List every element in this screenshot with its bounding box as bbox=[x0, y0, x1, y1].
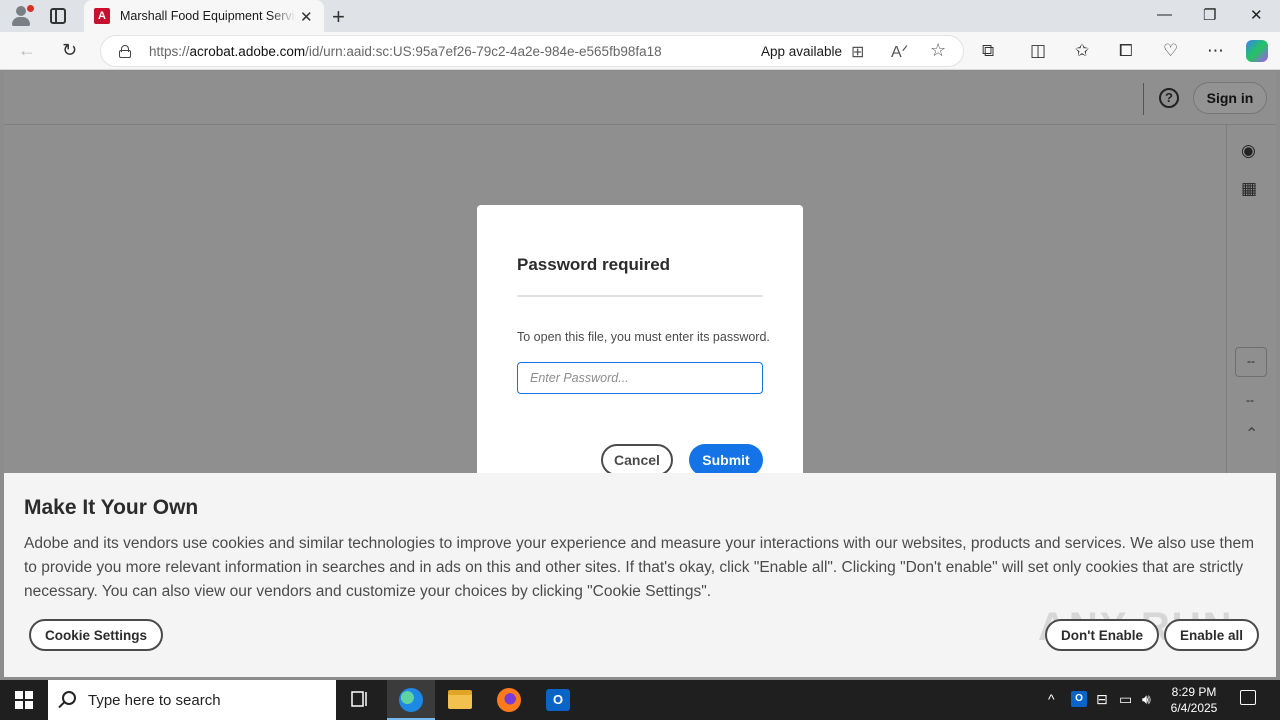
minimize-button[interactable]: — bbox=[1157, 6, 1172, 23]
clock-time: 8:29 PM bbox=[1171, 685, 1217, 699]
url-text[interactable]: https://acrobat.adobe.com/id/urn:aaid:sc… bbox=[149, 44, 662, 59]
settings-more-icon[interactable]: ⋯ bbox=[1207, 41, 1224, 61]
copilot-icon[interactable] bbox=[1246, 40, 1268, 62]
dialog-title: Password required bbox=[517, 255, 671, 274]
network-icon[interactable]: ▭ bbox=[1119, 691, 1132, 708]
tab-close-icon[interactable]: ✕ bbox=[300, 8, 313, 26]
password-input[interactable] bbox=[517, 362, 763, 394]
submit-button[interactable]: Submit bbox=[689, 444, 763, 476]
split-screen-icon[interactable]: ◫ bbox=[1030, 41, 1046, 61]
folder-icon bbox=[448, 690, 472, 709]
window-close-button[interactable]: ✕ bbox=[1250, 6, 1263, 24]
sign-in-button[interactable]: Sign in bbox=[1193, 82, 1267, 114]
dialog-message: To open this file, you must enter its pa… bbox=[517, 330, 770, 344]
notification-center-icon[interactable] bbox=[1240, 690, 1256, 705]
restore-button[interactable]: ❐ bbox=[1203, 6, 1216, 24]
search-icon bbox=[62, 691, 76, 705]
cookie-settings-button[interactable]: Cookie Settings bbox=[29, 619, 164, 651]
header-divider bbox=[1143, 83, 1144, 115]
task-view-icon[interactable] bbox=[351, 690, 369, 708]
app-install-icon[interactable]: ⊞ bbox=[851, 42, 864, 62]
tab-title: Marshall Food Equipment Services bbox=[120, 9, 296, 23]
refresh-icon[interactable]: ↻ bbox=[62, 40, 77, 61]
collections-icon[interactable]: ⧠ bbox=[1119, 41, 1133, 61]
cookie-title: Make It Your Own bbox=[24, 496, 199, 519]
dont-enable-button[interactable]: Don't Enable bbox=[1045, 619, 1159, 651]
right-rail-divider bbox=[1226, 125, 1227, 477]
volume-icon[interactable]: 🔊︎ bbox=[1142, 691, 1151, 708]
tab-actions-icon[interactable] bbox=[50, 8, 66, 24]
taskbar-search[interactable]: Type here to search bbox=[48, 680, 336, 720]
viewer-header: ? Sign in bbox=[4, 71, 1276, 125]
favorites-icon[interactable]: ✩ bbox=[1075, 41, 1089, 61]
extensions-icon[interactable]: ⧉ bbox=[982, 41, 994, 61]
firefox-icon bbox=[497, 688, 521, 712]
cookie-banner: Make It Your Own Adobe and its vendors u… bbox=[4, 473, 1276, 677]
lock-icon[interactable] bbox=[119, 45, 131, 58]
windows-start-icon[interactable] bbox=[15, 691, 33, 709]
enable-all-button[interactable]: Enable all bbox=[1164, 619, 1260, 651]
favorite-star-icon[interactable]: ☆ bbox=[930, 40, 946, 61]
rail-more-box[interactable]: -- bbox=[1235, 347, 1267, 377]
thumbnails-grid-icon[interactable]: ▦ bbox=[1241, 179, 1257, 199]
comment-icon[interactable]: ◉ bbox=[1241, 141, 1256, 161]
password-dialog: Password required To open this file, you… bbox=[477, 205, 803, 477]
back-icon[interactable]: ← bbox=[18, 40, 36, 61]
taskbar-clock[interactable]: 8:29 PM 6/4/2025 bbox=[1160, 684, 1228, 716]
outlook-taskbar-button[interactable]: O bbox=[534, 680, 582, 720]
tray-device-icon[interactable]: ⊟ bbox=[1096, 691, 1108, 708]
firefox-taskbar-button[interactable] bbox=[485, 680, 533, 720]
windows-taskbar: Type here to search O bbox=[0, 680, 1280, 720]
app-available-label[interactable]: App available bbox=[761, 44, 842, 59]
file-explorer-taskbar-button[interactable] bbox=[436, 680, 484, 720]
edge-icon bbox=[399, 688, 423, 712]
clock-date: 6/4/2025 bbox=[1170, 701, 1218, 715]
dialog-divider bbox=[517, 295, 763, 297]
edge-taskbar-button[interactable] bbox=[387, 680, 435, 720]
browser-titlebar: A Marshall Food Equipment Services ✕ + —… bbox=[0, 0, 1280, 32]
help-icon[interactable]: ? bbox=[1159, 88, 1179, 108]
read-aloud-icon[interactable]: A︎ᐟ bbox=[891, 42, 908, 62]
address-bar[interactable]: https://acrobat.adobe.com/id/urn:aaid:sc… bbox=[100, 35, 964, 67]
profile-icon[interactable] bbox=[8, 4, 36, 28]
outlook-icon: O bbox=[546, 689, 570, 711]
browser-tab-active[interactable]: A Marshall Food Equipment Services ✕ bbox=[84, 0, 324, 32]
cancel-button[interactable]: Cancel bbox=[601, 444, 673, 476]
taskbar-search-placeholder: Type here to search bbox=[88, 692, 221, 709]
adobe-pdf-favicon-icon: A bbox=[94, 8, 110, 24]
cookie-description: Adobe and its vendors use cookies and si… bbox=[24, 535, 1255, 600]
new-tab-button[interactable]: + bbox=[332, 4, 345, 30]
page-up-icon[interactable]: ⌃ bbox=[1245, 424, 1258, 444]
rail-more[interactable]: -- bbox=[1246, 393, 1254, 407]
tray-outlook-icon[interactable]: O bbox=[1071, 691, 1087, 707]
browser-essentials-icon[interactable]: ♡ bbox=[1163, 41, 1178, 61]
tray-chevron-icon[interactable]: ^ bbox=[1048, 691, 1055, 707]
